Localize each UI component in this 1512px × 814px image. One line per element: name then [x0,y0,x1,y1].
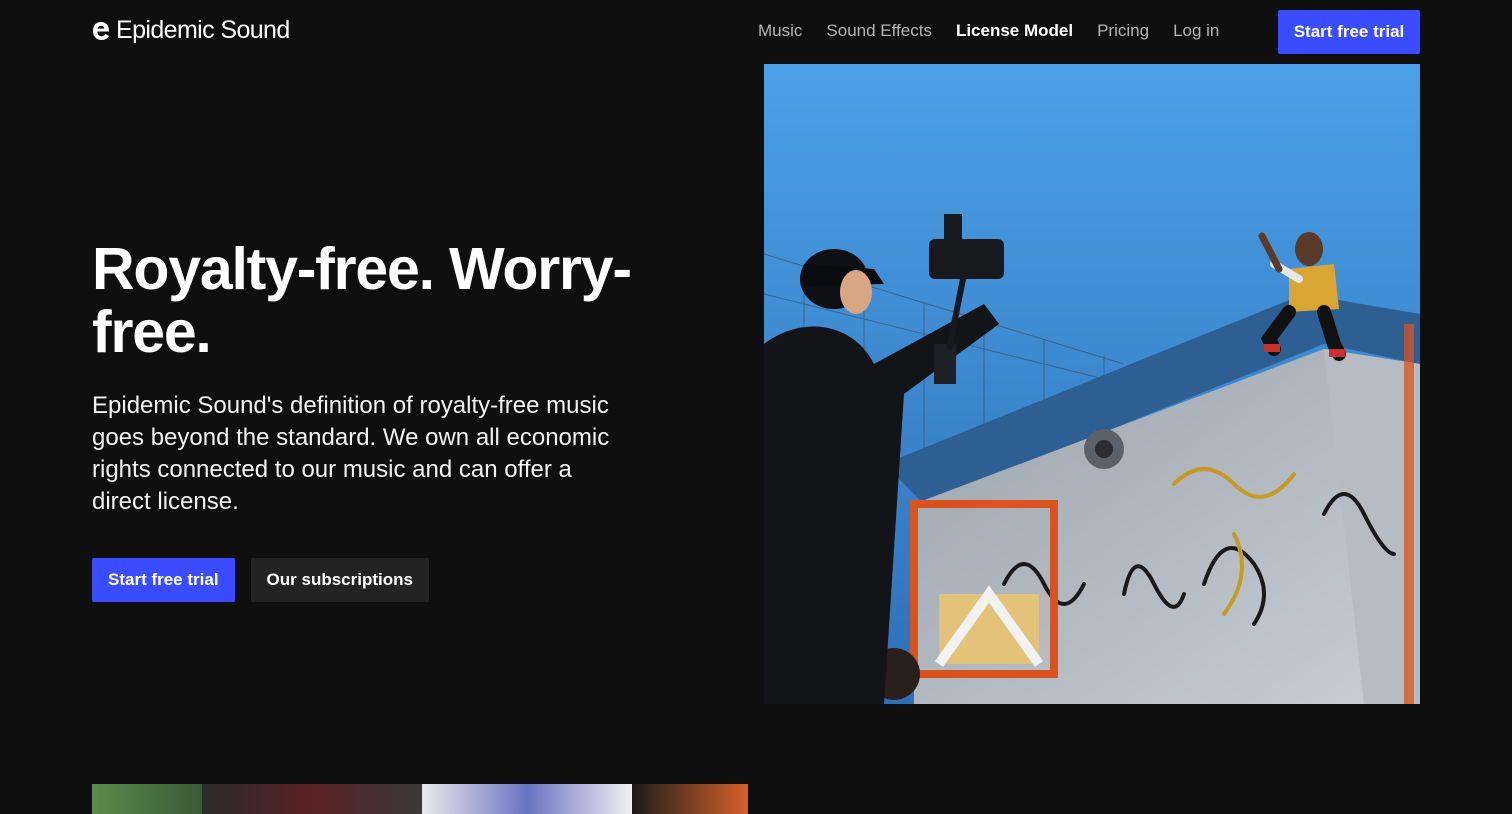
epidemic-sound-logo-icon [93,21,109,40]
brand-name: Epidemic Sound [116,16,290,44]
hero-actions: Start free trial Our subscriptions [92,558,429,602]
nav-pricing[interactable]: Pricing [1097,21,1149,41]
thumbnail-tile [92,784,202,814]
hero-photo [764,64,1420,704]
header-start-free-trial-button[interactable]: Start free trial [1278,10,1420,54]
site-header: Epidemic Sound Music Sound Effects Licen… [0,0,1512,64]
bottom-thumbnail-strip [92,784,748,814]
nav-license-model[interactable]: License Model [956,21,1073,41]
thumbnail-tile [422,784,632,814]
hero-description: Epidemic Sound's definition of royalty-f… [92,392,610,515]
thumbnail-tile [202,784,422,814]
nav-log-in[interactable]: Log in [1173,21,1219,41]
brand-logo[interactable]: Epidemic Sound [92,16,290,45]
hero-title: Royalty-free. Worry-free. [92,236,632,365]
our-subscriptions-button[interactable]: Our subscriptions [250,558,429,602]
hero-start-free-trial-button[interactable]: Start free trial [92,558,235,602]
hero-photo-illustration [764,64,1420,704]
nav-sound-effects[interactable]: Sound Effects [826,21,932,41]
thumbnail-tile [632,784,748,814]
main-nav: Music Sound Effects License Model Pricin… [758,21,1219,41]
nav-music[interactable]: Music [758,21,802,41]
